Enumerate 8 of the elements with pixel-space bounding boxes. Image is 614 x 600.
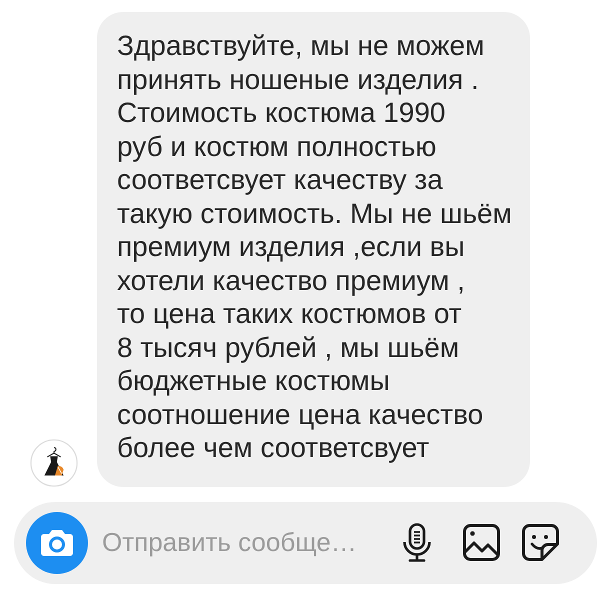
message-input[interactable]: Отправить сообще… [102, 526, 384, 560]
camera-icon [41, 530, 73, 556]
message-bubble: Здравствуйте, мы не можем принять ношеные изделия . Стоимость костюма 1990 руб и костюм полностью соответсвует качеству за такую стоимость. Мы не шьём премиум изделия ,если вы хотели качество премиум , то цена таких костюмов от 8 тысяч рублей , мы шьём бюджетные костюмы соотношение цена качество более чем соответсвует [97, 12, 530, 486]
dress-avatar-icon [30, 438, 78, 486]
microphone-icon[interactable] [402, 522, 432, 562]
image-icon[interactable] [463, 524, 500, 561]
sticker-icon[interactable] [522, 524, 559, 561]
camera-button[interactable] [26, 512, 88, 574]
